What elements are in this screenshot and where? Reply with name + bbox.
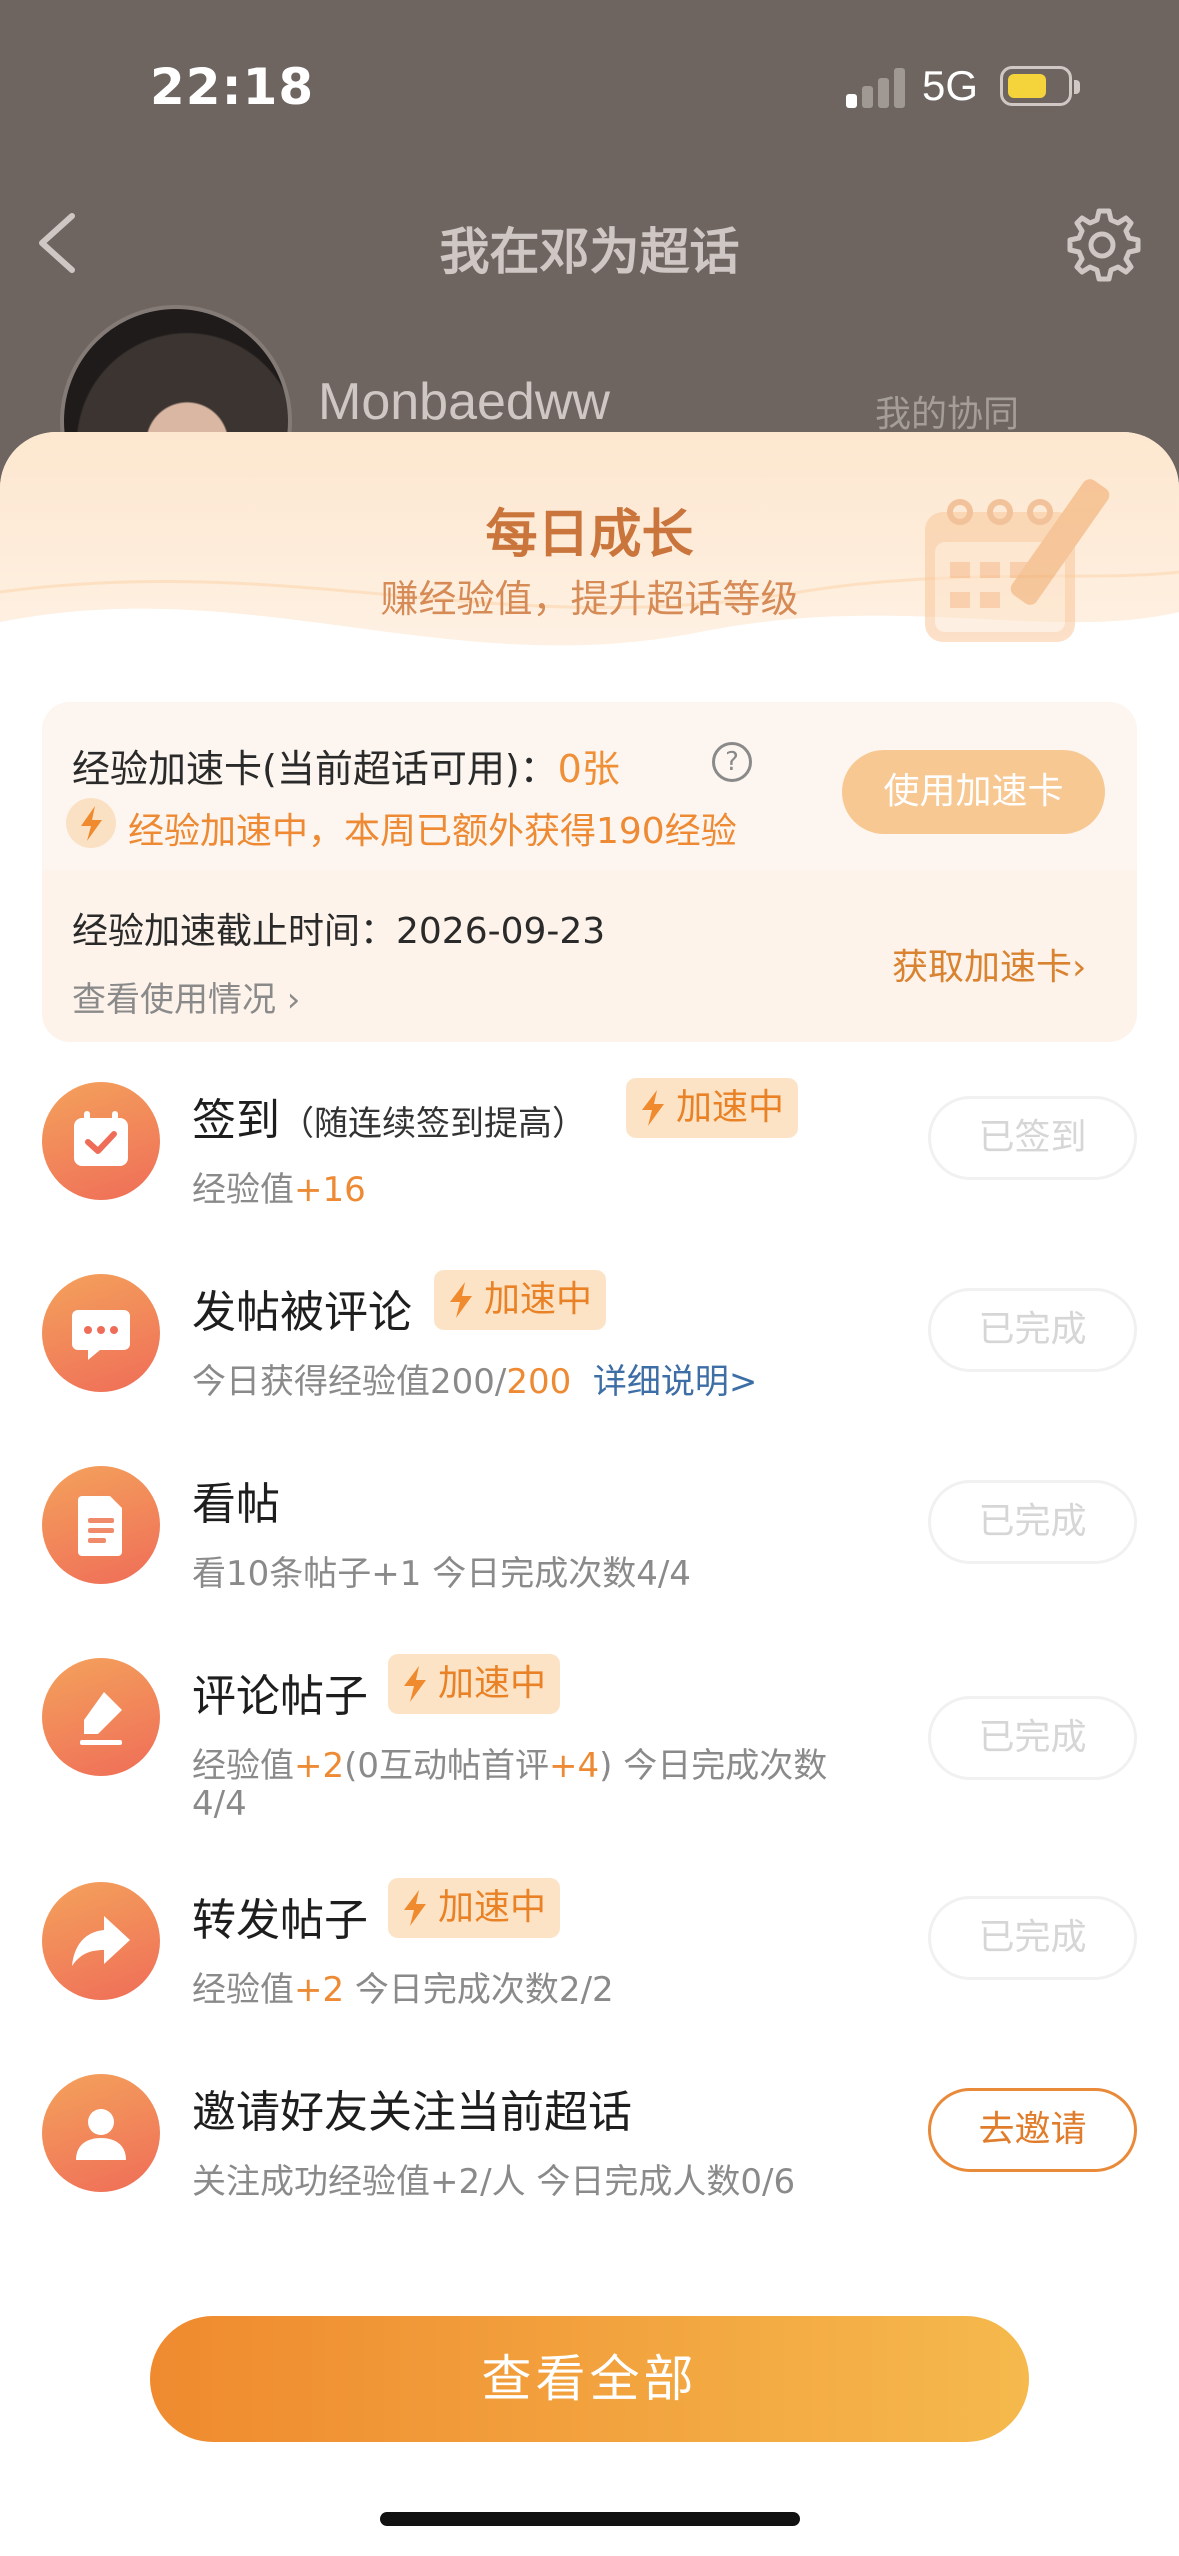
edit-icon <box>42 1658 160 1776</box>
task-name: 发帖被评论 <box>192 1287 412 1338</box>
task-name: 看帖 <box>192 1479 280 1530</box>
battery-icon <box>1000 66 1080 106</box>
person-icon <box>42 2074 160 2192</box>
boost-deadline: 经验加速截止时间：2026-09-23 <box>72 911 606 952</box>
invite-button[interactable]: 去邀请 <box>928 2088 1137 2172</box>
get-boost-card-link[interactable]: 获取加速卡› <box>892 938 1086 990</box>
boost-card-label: 经验加速卡(当前超话可用)：0张 <box>72 747 620 791</box>
lightning-icon <box>404 1890 426 1926</box>
daily-growth-title: 每日成长 <box>485 505 694 565</box>
completed-button[interactable]: 已完成 <box>928 1288 1137 1372</box>
view-all-button[interactable]: 查看全部 <box>150 2316 1029 2442</box>
task-sign-in: 签到（随连续签到提高） 加速中 经验值+16 已签到 <box>0 1078 1179 1232</box>
gear-icon[interactable] <box>1062 205 1142 285</box>
use-boost-card-button[interactable]: 使用加速卡 <box>842 750 1105 834</box>
boost-card-count: 0张 <box>557 747 620 791</box>
task-desc: 今日获得经验值200/200 详细说明> <box>192 1362 758 1402</box>
signed-in-button[interactable]: 已签到 <box>928 1096 1137 1180</box>
task-desc: 关注成功经验值+2/人 今日完成人数0/6 <box>192 2162 796 2202</box>
task-name: 签到（随连续签到提高） <box>192 1095 586 1146</box>
task-comment-posts: 评论帖子 加速中 经验值+2(0互动帖首评+4) 今日完成次数 4/4 已完成 <box>0 1654 1179 1824</box>
task-desc-line2: 4/4 <box>192 1784 247 1824</box>
task-name: 评论帖子 <box>192 1671 368 1722</box>
boosting-tag: 加速中 <box>434 1270 607 1330</box>
boosting-tag: 加速中 <box>388 1654 561 1714</box>
completed-button[interactable]: 已完成 <box>928 1696 1137 1780</box>
boost-card: 经验加速卡(当前超话可用)：0张 ? 使用加速卡 经验加速中，本周已额外获得19… <box>42 702 1137 1042</box>
lightning-icon <box>642 1090 664 1126</box>
chat-bubble-icon <box>42 1274 160 1392</box>
task-desc: 经验值+16 <box>192 1170 366 1210</box>
task-read-posts: 看帖 看10条帖子+1 今日完成次数4/4 已完成 <box>0 1466 1179 1616</box>
task-name: 转发帖子 <box>192 1895 368 1946</box>
lightning-icon <box>450 1282 472 1318</box>
lightning-icon <box>404 1666 426 1702</box>
completed-button[interactable]: 已完成 <box>928 1896 1137 1980</box>
lightning-icon <box>66 798 116 848</box>
daily-growth-subtitle: 赚经验值，提升超话等级 <box>380 577 799 621</box>
task-desc: 经验值+2(0互动帖首评+4) 今日完成次数 <box>192 1746 828 1786</box>
task-name: 邀请好友关注当前超话 <box>192 2087 632 2138</box>
username: Monbaedww <box>318 373 610 431</box>
my-collab-text: 我的协同 <box>875 394 1020 435</box>
signal-icon <box>846 68 906 108</box>
boosting-tag: 加速中 <box>626 1078 799 1138</box>
task-desc: 经验值+2 今日完成次数2/2 <box>192 1970 614 2010</box>
task-share-posts: 转发帖子 加速中 经验值+2 今日完成次数2/2 已完成 <box>0 1878 1179 2032</box>
document-icon <box>42 1466 160 1584</box>
help-icon[interactable]: ? <box>712 742 752 782</box>
boosting-tag: 加速中 <box>388 1878 561 1938</box>
boost-status-text: 经验加速中，本周已额外获得190经验 <box>128 811 737 852</box>
task-invite-friends: 邀请好友关注当前超话 关注成功经验值+2/人 今日完成人数0/6 去邀请 <box>0 2074 1179 2224</box>
task-desc: 看10条帖子+1 今日完成次数4/4 <box>192 1554 691 1594</box>
network-label: 5G <box>922 62 979 109</box>
daily-growth-sheet: 每日成长 赚经验值，提升超话等级 经验加速卡(当前超话可用)：0张 ? 使用加速… <box>0 432 1179 2556</box>
share-arrow-icon <box>42 1882 160 2000</box>
details-link[interactable]: 详细说明> <box>593 1362 758 1402</box>
home-indicator[interactable] <box>380 2512 800 2526</box>
task-post-commented: 发帖被评论 加速中 今日获得经验值200/200 详细说明> 已完成 <box>0 1270 1179 1424</box>
completed-button[interactable]: 已完成 <box>928 1480 1137 1564</box>
status-time: 22:18 <box>150 58 315 116</box>
view-usage-link[interactable]: 查看使用情况 › <box>72 972 300 1021</box>
calendar-check-icon <box>42 1082 160 1200</box>
page-title: 我在邓为超话 <box>439 223 740 281</box>
